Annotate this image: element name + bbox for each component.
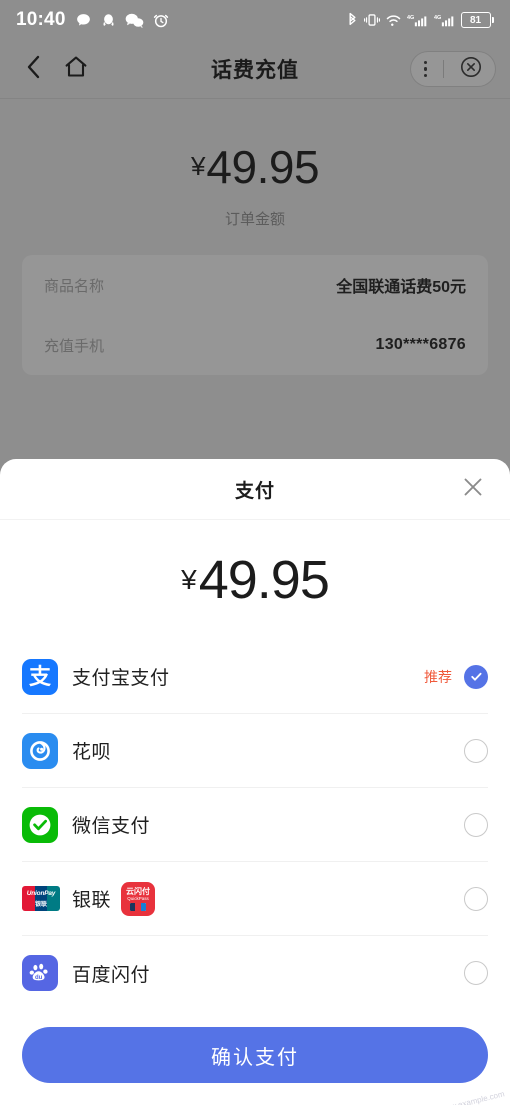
home-button[interactable] — [54, 49, 98, 89]
payment-method-baidu[interactable]: du 百度闪付 — [22, 936, 488, 1010]
radio-selected[interactable] — [464, 664, 488, 689]
info-row-product: 商品名称 全国联通话费50元 — [44, 255, 466, 315]
payment-method-trailing — [464, 886, 488, 911]
unionpay-cn-wordmark: 银联 — [34, 901, 47, 908]
payment-method-alipay[interactable]: 支 支付宝支付 推荐 — [22, 640, 488, 714]
payment-amount: ¥49.95 — [0, 520, 510, 640]
order-amount-label: 订单金额 — [224, 211, 285, 228]
payment-method-list: 支 支付宝支付 推荐 花呗 微信支付 UnionPay 银联 银联 云闪付 Qu… — [0, 640, 510, 1010]
confirm-button-wrapper: 确认支付 — [0, 1027, 510, 1083]
info-row-phone: 充值手机 130****6876 — [44, 315, 466, 375]
back-button[interactable] — [14, 49, 54, 89]
bluetooth-icon — [346, 12, 359, 29]
radio-unselected[interactable] — [464, 961, 488, 985]
info-label-phone: 充值手机 — [44, 337, 105, 355]
radio-unselected[interactable] — [464, 738, 488, 763]
recommended-badge: 推荐 — [424, 668, 452, 685]
payment-method-huabei[interactable]: 花呗 — [22, 714, 488, 788]
info-value-product: 全国联通话费50元 — [336, 279, 466, 296]
info-value-phone: 130****6876 — [375, 336, 466, 353]
quickpass-badge-text: 云闪付 — [126, 886, 151, 896]
payment-method-unionpay[interactable]: UnionPay 银联 银联 云闪付 QuickPass — [22, 862, 488, 936]
payment-method-wechat[interactable]: 微信支付 — [22, 788, 488, 862]
wechat-pay-icon — [22, 806, 58, 843]
payment-sheet: 支付 ¥49.95 支 支付宝支付 推荐 花呗 微信支付 UnionPay 银联… — [0, 459, 510, 1105]
quickpass-icon: 云闪付 QuickPass — [121, 881, 156, 916]
signal-4g-icon-1: 4G — [407, 12, 429, 28]
huabei-icon — [22, 732, 58, 769]
payment-method-trailing: 推荐 — [424, 664, 488, 689]
svg-text:4G: 4G — [434, 15, 441, 21]
watermark-text: www.example.com — [438, 1089, 506, 1105]
radio-unselected[interactable] — [464, 886, 488, 911]
payment-method-label: 银联 — [72, 890, 112, 911]
info-label-product: 商品名称 — [44, 277, 105, 295]
status-bar-clock: 10:40 — [16, 9, 66, 30]
status-bar: 10:40 4G 4G 81 — [0, 0, 510, 40]
radio-unselected[interactable] — [464, 812, 488, 837]
nav-divider — [0, 98, 510, 99]
chevron-left-icon — [23, 54, 45, 85]
message-icon — [75, 12, 92, 29]
payment-currency-symbol: ¥ — [181, 564, 197, 595]
payment-method-label: 微信支付 — [72, 816, 151, 837]
close-icon — [461, 475, 485, 504]
payment-sheet-title: 支付 — [234, 480, 275, 502]
home-icon — [63, 54, 89, 85]
svg-text:4G: 4G — [407, 15, 414, 21]
order-info-card: 商品名称 全国联通话费50元 充值手机 130****6876 — [22, 255, 488, 375]
unionpay-icon: UnionPay 银联 — [22, 881, 60, 917]
battery-indicator: 81 — [460, 12, 494, 28]
payment-method-label: 支付宝支付 — [72, 668, 170, 689]
quickpass-badge-sub: QuickPass — [127, 895, 149, 901]
payment-method-label: 花呗 — [72, 742, 112, 763]
sheet-close-button[interactable] — [456, 472, 490, 506]
wifi-icon — [385, 13, 402, 27]
order-currency-symbol: ¥ — [190, 151, 206, 181]
wechat-icon — [125, 13, 144, 28]
more-dots-icon[interactable] — [424, 61, 428, 77]
quickpass-card-glyph — [130, 903, 147, 912]
alipay-icon: 支 — [22, 658, 58, 695]
order-amount-value: 49.95 — [206, 141, 320, 193]
payment-method-trailing — [464, 961, 488, 985]
payment-amount-value: 49.95 — [198, 550, 330, 610]
watermark: www.example.com — [439, 1089, 506, 1105]
order-amount: ¥49.95 — [0, 140, 510, 194]
nav-bar: 话费充值 — [0, 40, 510, 98]
payment-method-label: 百度闪付 — [72, 964, 151, 986]
mini-program-capsule[interactable] — [410, 51, 496, 87]
status-bar-right: 4G 4G 81 — [346, 12, 494, 29]
capsule-divider — [443, 60, 445, 78]
alarm-icon — [153, 12, 169, 29]
battery-level: 81 — [460, 12, 491, 28]
svg-text:du: du — [35, 975, 43, 981]
qq-icon — [101, 12, 116, 29]
payment-sheet-header: 支付 — [0, 459, 510, 520]
signal-4g-icon-2: 4G — [434, 12, 456, 28]
battery-nub — [492, 17, 494, 23]
close-circle-icon[interactable] — [460, 56, 482, 83]
confirm-payment-button[interactable]: 确认支付 — [22, 1027, 488, 1083]
payment-method-trailing — [464, 812, 488, 837]
vibrate-icon — [363, 12, 380, 28]
status-bar-left: 10:40 — [16, 9, 169, 31]
baidu-pay-icon: du — [22, 955, 58, 991]
payment-method-trailing — [464, 738, 488, 763]
unionpay-wordmark: UnionPay — [26, 889, 56, 897]
